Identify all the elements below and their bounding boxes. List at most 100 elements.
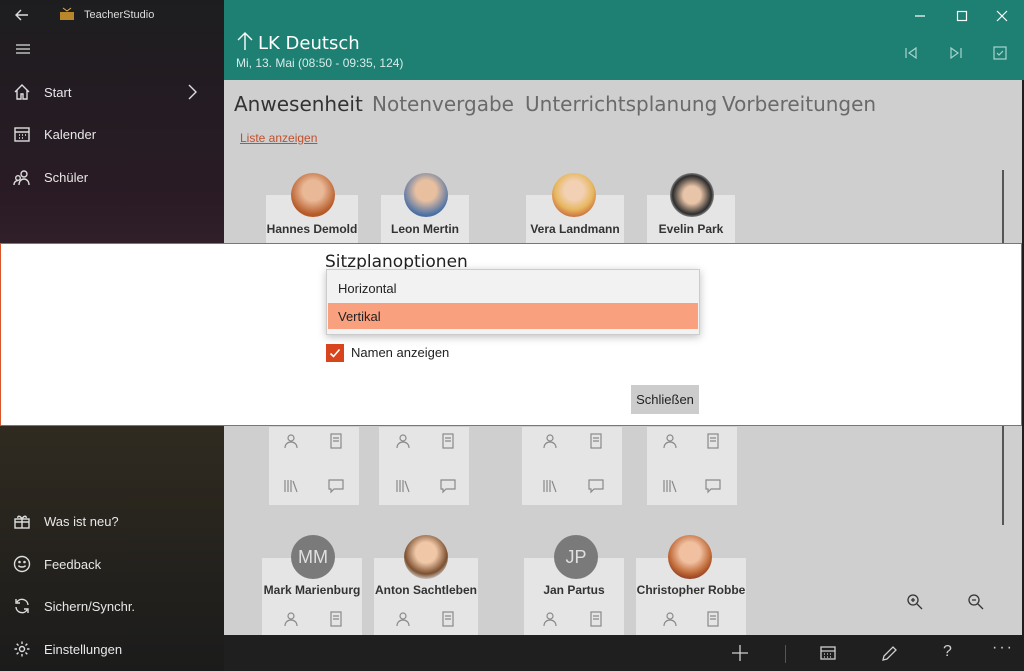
student-name: Vera Landmann [530, 222, 620, 236]
student-avatar [404, 535, 448, 579]
student-avatar [291, 173, 335, 217]
close-window-icon[interactable] [992, 6, 1012, 26]
student-name: Jan Partus [543, 583, 605, 597]
student-avatar [404, 173, 448, 217]
student-name: Christopher Robbe [636, 583, 746, 597]
show-names-checkbox[interactable] [326, 344, 344, 362]
sidebar-item-label: Sichern/Synchr. [44, 598, 136, 614]
sidebar-item-feedback[interactable]: Feedback [0, 544, 224, 584]
student-name: Evelin Park [658, 222, 724, 236]
checkmark-icon [329, 348, 341, 358]
page-title: LK Deutsch [258, 33, 360, 54]
student-card-actions [647, 427, 737, 505]
zoom-out-icon[interactable] [967, 593, 985, 616]
smiley-icon [0, 555, 44, 573]
gear-icon [0, 640, 44, 658]
minimize-icon[interactable] [910, 6, 930, 26]
app-logo-icon [58, 6, 76, 25]
library-icon[interactable] [662, 478, 678, 494]
tab-anwesenheit[interactable]: Anwesenheit [234, 92, 363, 116]
sidebar-item-start[interactable]: Start [0, 72, 224, 112]
divider [785, 645, 786, 663]
edit-icon[interactable] [881, 644, 897, 667]
tab-notenvergabe[interactable]: Notenvergabe [372, 92, 514, 116]
calendar-icon [0, 125, 44, 143]
student-avatar-initials: MM [291, 535, 335, 579]
sidebar-item-kalender[interactable]: Kalender [0, 114, 224, 154]
person-icon[interactable] [662, 433, 678, 449]
sidebar-item-schueler[interactable]: Schüler [0, 157, 224, 197]
comment-icon[interactable] [328, 478, 344, 494]
option-horizontal[interactable]: Horizontal [328, 275, 698, 301]
library-icon[interactable] [395, 478, 411, 494]
book-icon[interactable] [705, 611, 721, 627]
student-name: Leon Mertin [391, 222, 459, 236]
sidebar-item-label: Kalender [44, 126, 97, 142]
sidebar-item-label: Was ist neu? [44, 513, 119, 529]
comment-icon[interactable] [705, 478, 721, 494]
maximize-icon[interactable] [952, 6, 972, 26]
tab-unterrichtsplanung[interactable]: Unterrichtsplanung [525, 92, 717, 116]
up-arrow-icon[interactable] [236, 31, 254, 56]
skip-forward-icon[interactable] [949, 46, 963, 65]
book-icon[interactable] [328, 433, 344, 449]
student-name: Anton Sachtleben [374, 583, 477, 597]
student-avatar [668, 535, 712, 579]
sidebar-item-label: Feedback [44, 556, 102, 572]
person-icon[interactable] [542, 433, 558, 449]
close-button[interactable]: Schließen [631, 385, 699, 414]
back-icon[interactable] [14, 7, 30, 26]
sidebar-item-label: Start [44, 84, 72, 100]
student-avatar [552, 173, 596, 217]
person-icon[interactable] [283, 433, 299, 449]
library-icon[interactable] [542, 478, 558, 494]
hamburger-menu-icon[interactable] [15, 42, 31, 61]
sidebar-item-einstellungen[interactable]: Einstellungen [0, 629, 224, 669]
student-name: Hannes Demold [266, 222, 358, 236]
library-icon[interactable] [283, 478, 299, 494]
zoom-in-icon[interactable] [906, 593, 924, 616]
add-icon[interactable] [731, 644, 749, 667]
book-icon[interactable] [588, 611, 604, 627]
student-name: Mark Marienburg [263, 583, 361, 597]
checkbox-icon[interactable] [993, 46, 1007, 65]
comment-icon[interactable] [440, 478, 456, 494]
command-bar: ? ··· [224, 635, 1024, 671]
student-avatar-initials: JP [554, 535, 598, 579]
option-vertikal[interactable]: Vertikal [328, 303, 698, 329]
sidebar-item-label: Schüler [44, 169, 89, 185]
skip-back-icon[interactable] [904, 46, 918, 65]
book-icon[interactable] [705, 433, 721, 449]
tab-vorbereitungen[interactable]: Vorbereitungen [722, 92, 876, 116]
people-icon [0, 168, 44, 186]
book-icon[interactable] [588, 433, 604, 449]
person-icon[interactable] [662, 611, 678, 627]
sidebar-item-sichern[interactable]: Sichern/Synchr. [0, 586, 224, 626]
title-bar-left: TeacherStudio [0, 0, 224, 30]
show-names-label: Namen anzeigen [351, 345, 450, 360]
page-subtitle: Mi, 13. Mai (08:50 - 09:35, 124) [236, 56, 404, 70]
sync-icon [0, 597, 44, 615]
person-icon[interactable] [395, 611, 411, 627]
header: LK Deutsch Mi, 13. Mai (08:50 - 09:35, 1… [224, 0, 1024, 80]
list-view-link[interactable]: Liste anzeigen [240, 131, 317, 145]
calculator-icon[interactable] [820, 645, 836, 666]
book-icon[interactable] [440, 433, 456, 449]
book-icon[interactable] [440, 611, 456, 627]
sidebar-item-label: Einstellungen [44, 641, 123, 657]
chevron-right-icon[interactable] [186, 83, 198, 104]
person-icon[interactable] [542, 611, 558, 627]
person-icon[interactable] [395, 433, 411, 449]
app-title: TeacherStudio [84, 9, 155, 21]
student-avatar [670, 173, 714, 217]
comment-icon[interactable] [588, 478, 604, 494]
more-icon[interactable]: ··· [992, 639, 1014, 657]
person-icon[interactable] [283, 611, 299, 627]
help-icon[interactable]: ? [943, 643, 952, 661]
student-card-actions [522, 427, 622, 505]
home-icon [0, 83, 44, 101]
sidebar-item-was-ist-neu[interactable]: Was ist neu? [0, 501, 224, 541]
orientation-dropdown[interactable]: Horizontal Vertikal [326, 269, 700, 335]
book-icon[interactable] [328, 611, 344, 627]
gift-icon [0, 512, 44, 530]
